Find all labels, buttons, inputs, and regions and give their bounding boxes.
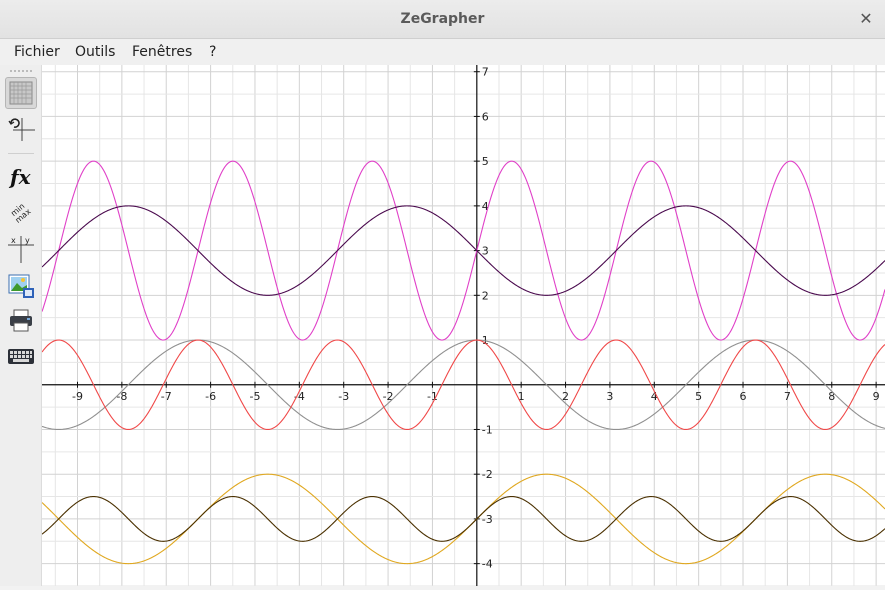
y-tick-label: 6 xyxy=(482,110,489,123)
svg-text:fx: fx xyxy=(8,165,32,189)
image-export-icon xyxy=(8,274,34,298)
grid-icon xyxy=(9,81,33,105)
x-tick-label: -3 xyxy=(338,390,349,403)
view-reset-button[interactable] xyxy=(5,113,37,145)
functions-button[interactable]: fx xyxy=(5,160,37,192)
print-button[interactable] xyxy=(5,305,37,337)
toolbar-separator xyxy=(8,153,34,154)
left-toolbar: fx min max x y xyxy=(0,65,42,586)
minmax-icon: min max xyxy=(9,202,33,225)
menu-outils[interactable]: Outils xyxy=(75,44,115,60)
svg-text:y: y xyxy=(25,236,30,245)
menu-fichier[interactable]: Fichier xyxy=(14,44,60,60)
keyboard-icon xyxy=(8,349,34,364)
y-tick-label: 3 xyxy=(482,245,489,258)
y-tick-label: -2 xyxy=(482,468,493,481)
svg-text:x: x xyxy=(11,236,16,245)
menu-fenetres[interactable]: Fenêtres xyxy=(132,44,192,60)
x-tick-label: 6 xyxy=(740,390,747,403)
window-title: ZeGrapher xyxy=(400,11,485,27)
x-tick-label: -5 xyxy=(249,390,260,403)
keyboard-button[interactable] xyxy=(5,341,37,373)
close-icon[interactable]: ✕ xyxy=(856,9,876,29)
fx-icon: fx xyxy=(8,165,32,189)
title-bar: ZeGrapher ✕ xyxy=(0,0,885,39)
y-tick-label: 2 xyxy=(482,289,489,302)
x-tick-label: -9 xyxy=(72,390,83,403)
export-image-button[interactable] xyxy=(5,270,37,302)
x-tick-label: 1 xyxy=(518,390,525,403)
printer-icon xyxy=(10,309,32,332)
toolbar-grip[interactable] xyxy=(9,70,33,72)
x-tick-label: 3 xyxy=(606,390,613,403)
x-tick-label: 5 xyxy=(695,390,702,403)
axes-reset-icon xyxy=(8,118,35,141)
data-button[interactable]: x y xyxy=(5,233,37,265)
x-tick-label: -7 xyxy=(161,390,172,403)
menu-bar: Fichier Outils Fenêtres ? xyxy=(0,39,885,65)
function-graph[interactable]: -9 -8 -7 -6 -5 -4 -3 -2 -1 1 2 3 4 5 6 7 8 97654321-1-2-3… xyxy=(41,65,885,587)
x-tick-label: -6 xyxy=(205,390,216,403)
menu-help[interactable]: ? xyxy=(209,44,216,60)
x-tick-label: -2 xyxy=(383,390,394,403)
x-tick-label: 9 xyxy=(873,390,880,403)
range-button[interactable]: min max xyxy=(5,197,37,229)
graph-area[interactable]: -9 -8 -7 -6 -5 -4 -3 -2 -1 1 2 3 4 5 6 7 8 9 7 6 5 4 3 2 1 -1 -2 -3… xyxy=(41,65,885,587)
y-tick-label: 5 xyxy=(482,155,489,168)
x-tick-label: 7 xyxy=(784,390,791,403)
xy-table-icon: x y xyxy=(8,236,34,263)
y-tick-label: -4 xyxy=(482,558,493,571)
y-tick-label: -3 xyxy=(482,513,493,526)
y-tick-label: 7 xyxy=(482,66,489,79)
y-tick-label: -1 xyxy=(482,423,493,436)
grid-button[interactable] xyxy=(5,77,37,109)
